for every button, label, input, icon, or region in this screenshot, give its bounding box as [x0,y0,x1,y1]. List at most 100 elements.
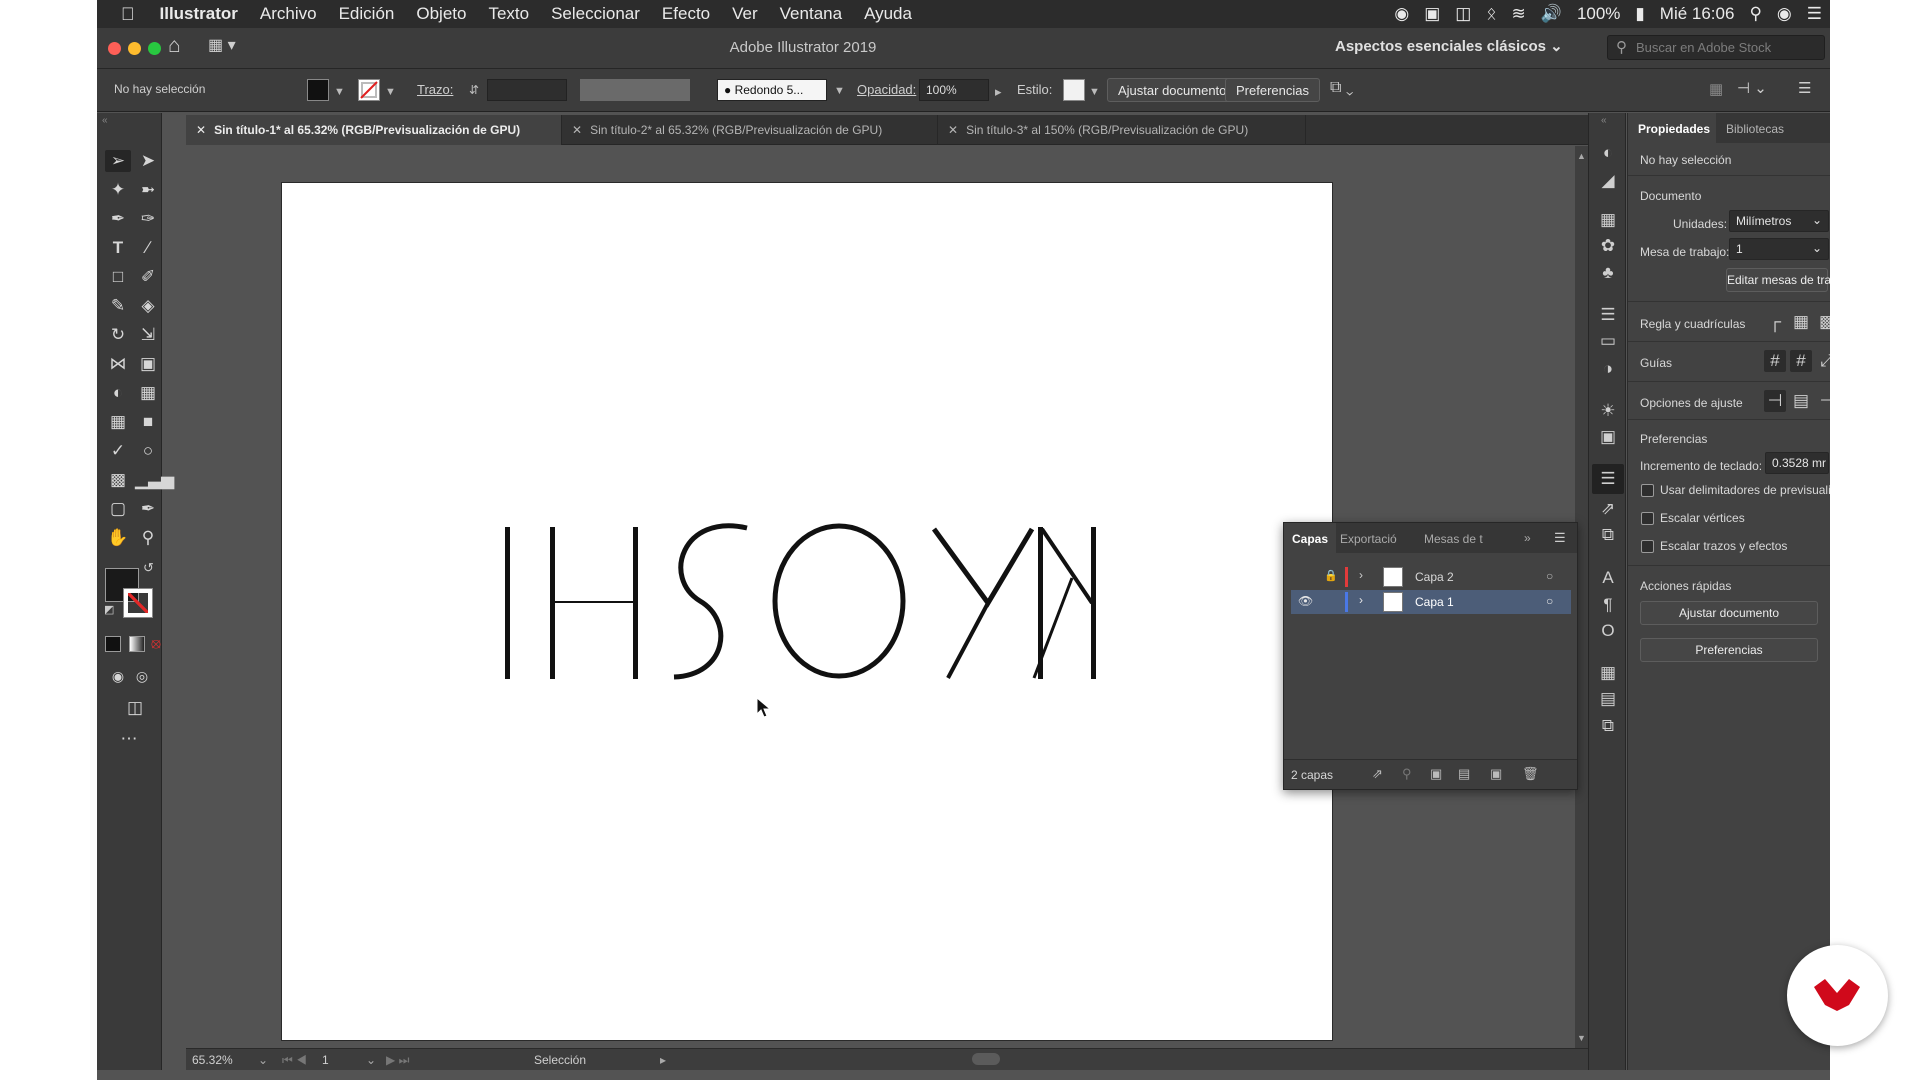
tab-libraries[interactable]: Bibliotecas [1716,113,1795,143]
rulers-icon[interactable]: ┌ [1764,311,1786,333]
collapse-strip-icon[interactable]: « [1601,115,1607,126]
gradient-mode-icon[interactable] [129,636,145,652]
direct-selection-tool-icon[interactable]: ➤ [135,150,161,172]
menu-ayuda[interactable]: Ayuda [853,4,923,24]
new-sublayer-icon[interactable]: ▤ [1458,766,1470,782]
grid-icon[interactable]: ▦ [1790,311,1812,333]
new-layer-icon[interactable]: ▣ [1490,766,1502,782]
expand-layer-icon[interactable]: › [1359,568,1363,582]
draw-normal-icon[interactable]: ◉ [105,665,131,687]
draw-behind-icon[interactable]: ◎ [129,665,155,687]
fill-dropdown-chevron-icon[interactable]: ▼ [334,86,345,98]
tab-document-1[interactable]: ✕ Sin título-1* al 65.32% (RGB/Previsuali… [186,115,562,145]
scale-corners-checkbox[interactable] [1641,512,1654,525]
artboard-select[interactable]: 1 ⌄ [1729,238,1829,260]
color-mode-icon[interactable] [105,636,121,652]
menu-ventana[interactable]: Ventana [769,4,853,24]
smart-guides-icon[interactable]: ⤢ [1816,350,1830,372]
preview-bounds-checkbox[interactable] [1641,484,1654,497]
screen-mode-icon[interactable]: ◫ [122,697,148,719]
quick-preferences-button[interactable]: Preferencias [1640,638,1818,662]
opacity-arrow-icon[interactable]: ▸ [995,84,1002,100]
layer-name[interactable]: Capa 1 [1415,595,1454,609]
artboard-chevron-icon[interactable]: ⌄ [366,1053,376,1067]
horizontal-scrollbar[interactable] [676,1049,1576,1070]
eraser-tool-icon[interactable]: ◈ [135,295,161,317]
battery-icon[interactable]: ▮ [1635,4,1644,24]
stroke-color-box[interactable] [123,588,153,618]
artboards-panel-icon[interactable]: ⧉ [1598,525,1618,545]
character-panel-icon[interactable]: A [1598,568,1618,588]
paragraph-panel-icon[interactable]: ¶ [1598,595,1618,615]
menu-objeto[interactable]: Objeto [405,4,477,24]
apple-menu-icon[interactable]:  [97,4,149,25]
trash-icon[interactable]: 🗑 [1522,766,1539,782]
stroke-stepper[interactable]: ⇵ [469,83,479,97]
menu-edicion[interactable]: Edición [328,4,406,24]
color-guide-icon[interactable]: ◢ [1598,171,1618,191]
symbol-sprayer-tool-icon[interactable]: ▩ [105,469,131,491]
volume-icon[interactable]: 🔊 [1541,4,1562,24]
gradient-tool-icon[interactable]: ■ [135,411,161,433]
graphic-styles-icon[interactable]: ▣ [1598,427,1618,447]
curvature-tool-icon[interactable]: ✑ [135,208,161,230]
graphic-style-swatch[interactable] [1063,79,1085,101]
edit-toolbar-icon[interactable]: ⋯ [116,728,142,750]
brush-dropdown[interactable]: ● Redondo 5... [717,79,827,101]
layers-menu-icon[interactable]: ☰ [1554,530,1566,546]
perspective-grid-tool-icon[interactable]: ▦ [135,382,161,404]
app-menu[interactable]: Illustrator [149,4,249,24]
line-tool-icon[interactable]: ∕ [135,237,161,259]
target-icon[interactable]: ○ [1546,569,1553,583]
eyedropper-tool-icon[interactable]: ✓ [105,440,131,462]
stroke-weight-input[interactable] [487,79,567,101]
scroll-up-icon[interactable]: ▲ [1577,151,1586,161]
workspace-switcher[interactable]: Aspectos esenciales clásicos ⌄ [1335,37,1563,55]
units-select[interactable]: Milímetros ⌄ [1729,210,1829,232]
scroll-down-icon[interactable]: ▼ [1577,1033,1586,1043]
rotate-tool-icon[interactable]: ↻ [105,324,131,346]
artboard-tool-icon[interactable]: ▢ [105,498,131,520]
style-chevron-icon[interactable]: ▼ [1089,86,1100,98]
siri-icon[interactable]: ◉ [1777,4,1792,24]
appearance-panel-icon[interactable]: ☀ [1598,401,1618,421]
menu-efecto[interactable]: Efecto [651,4,721,24]
swap-fill-stroke-icon[interactable]: ↺ [143,560,154,576]
align-panel-icon[interactable]: ▤ [1598,689,1618,709]
zoom-tool-icon[interactable]: ⚲ [135,527,161,549]
artboard[interactable] [282,183,1332,1040]
show-guides-icon[interactable]: # [1764,350,1786,372]
pathfinder-panel-icon[interactable]: ⧉ [1598,716,1618,736]
tab-properties[interactable]: Propiedades [1628,113,1721,143]
magic-wand-tool-icon[interactable]: ✦ [105,179,131,201]
swatches-panel-icon[interactable]: ▦ [1598,210,1618,230]
tab-artboards[interactable]: Mesas de t [1416,523,1491,553]
transform-icon[interactable]: ⊣ ⌄ [1737,79,1767,97]
battery-percent[interactable]: 100% [1577,4,1620,24]
collapse-panel-icon[interactable]: « [102,115,108,126]
scale-strokes-checkbox[interactable] [1641,540,1654,553]
symbols-panel-icon[interactable]: ♣ [1598,263,1618,283]
snap-to-pixel-icon[interactable]: ▤ [1790,390,1812,412]
zoom-chevron-icon[interactable]: ⌄ [258,1053,268,1067]
panel-menu-icon[interactable]: ☰ [1798,79,1811,97]
free-transform-tool-icon[interactable]: ▣ [135,353,161,375]
locate-object-icon[interactable]: ⚲ [1402,766,1412,782]
clipping-mask-icon[interactable]: ▣ [1430,766,1442,782]
layer-row[interactable]: 🔒 › Capa 2 ○ [1291,565,1571,589]
artboard-number[interactable]: 1 [322,1053,329,1067]
opentype-panel-icon[interactable]: O [1598,621,1618,641]
mesh-tool-icon[interactable]: ▦ [105,411,131,433]
fit-document-button[interactable]: Ajustar documento [1107,78,1238,102]
zoom-level[interactable]: 65.32% [192,1053,233,1067]
tab-document-2[interactable]: ✕ Sin título-2* al 65.32% (RGB/Previsuali… [562,115,938,145]
layer-name[interactable]: Capa 2 [1415,570,1454,584]
gradient-panel-icon[interactable]: ▭ [1598,331,1618,351]
menu-ver[interactable]: Ver [721,4,769,24]
variable-width-profile[interactable] [580,79,690,101]
stroke-color-swatch[interactable] [358,79,380,101]
scroll-thumb[interactable] [972,1053,1000,1065]
opacity-input[interactable]: 100% [919,79,989,101]
transform-panel-icon[interactable]: ▦ [1598,663,1618,683]
quick-fit-document-button[interactable]: Ajustar documento [1640,601,1818,625]
